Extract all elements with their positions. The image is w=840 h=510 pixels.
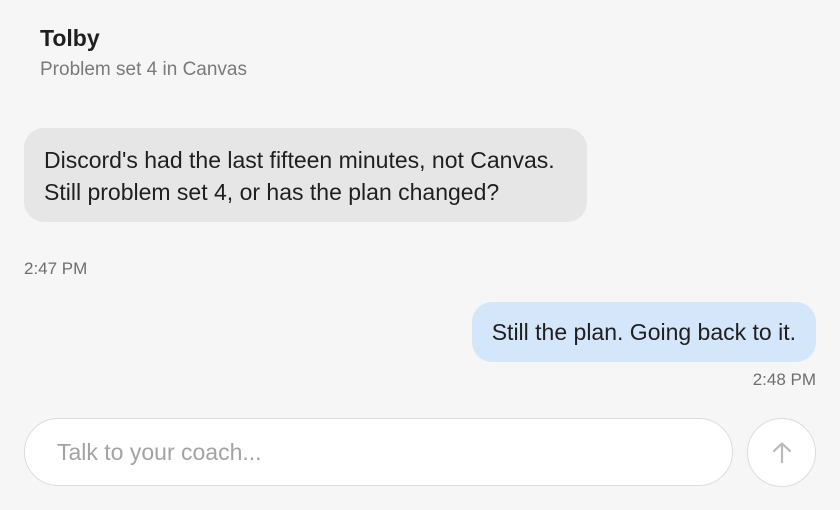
incoming-message-bubble: Discord's had the last fifteen minutes, … <box>24 128 587 222</box>
chat-subtitle: Problem set 4 in Canvas <box>40 59 247 80</box>
message-timestamp: 2:48 PM <box>752 370 816 389</box>
chat-window: Tolby Problem set 4 in Canvas Discord's … <box>0 0 840 510</box>
coach-name: Tolby <box>40 25 100 51</box>
arrow-up-icon <box>769 440 795 466</box>
message-input[interactable] <box>57 438 732 466</box>
chat-header: Tolby Problem set 4 in Canvas <box>40 22 247 84</box>
message-composer <box>24 418 733 486</box>
message-text: Discord's had the last fifteen minutes, … <box>44 147 555 205</box>
outgoing-message-bubble: Still the plan. Going back to it. <box>471 302 816 362</box>
message-timestamp: 2:47 PM <box>24 259 88 278</box>
message-text: Still the plan. Going back to it. <box>491 319 796 345</box>
send-button[interactable] <box>747 418 816 487</box>
